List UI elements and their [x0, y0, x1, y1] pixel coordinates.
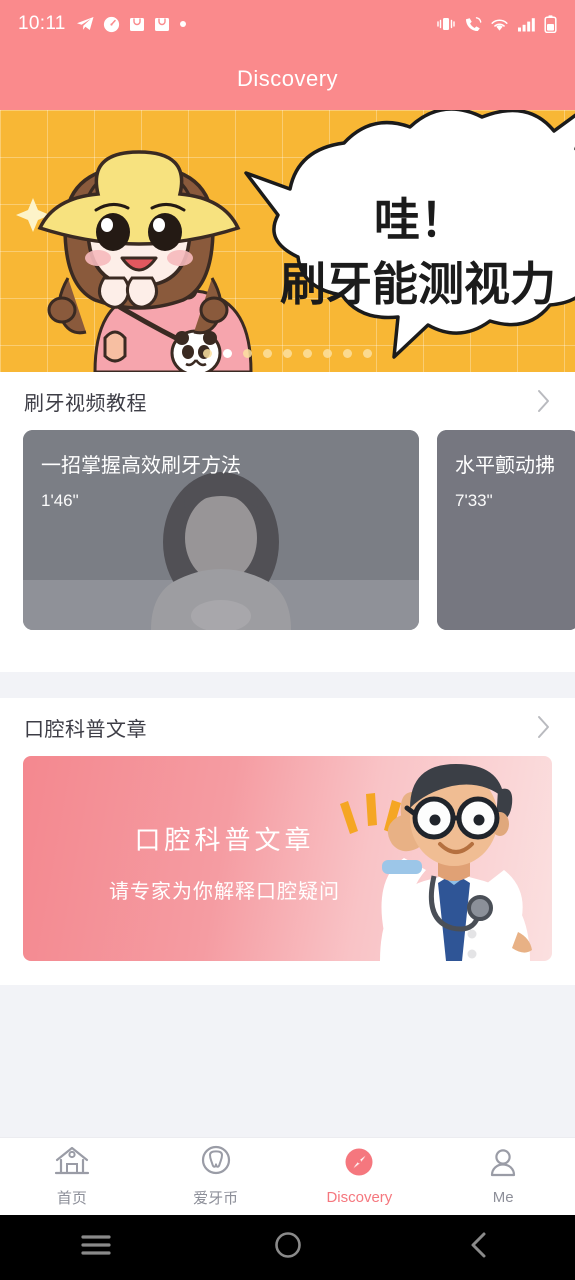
app-header: Discovery — [0, 48, 575, 110]
carousel-dot[interactable] — [303, 349, 312, 358]
compass-icon — [342, 1147, 376, 1184]
battery-icon — [544, 15, 557, 33]
clock-icon — [103, 16, 120, 33]
back-button[interactable] — [383, 1230, 575, 1265]
video-section-title: 刷牙视频教程 — [24, 392, 147, 415]
menu-icon — [79, 1232, 113, 1263]
carousel-dot[interactable] — [363, 349, 372, 358]
tab-label-coins: 爱牙币 — [193, 1190, 239, 1207]
video-section: 刷牙视频教程 一招掌握高效刷牙方法 1'46" 水平颤动拂 7'33" — [0, 372, 575, 652]
banner-illustration: 哇！ 刷牙能测视力 — [16, 110, 575, 372]
app-root: 10:11 Discovery 哇！ 刷牙能测视力 刷牙视频教程 一招掌握高效刷… — [0, 0, 575, 1280]
tab-label-discovery: Discovery — [326, 1189, 393, 1206]
doctor-illustration — [340, 764, 532, 961]
page-filler — [0, 985, 575, 1142]
video-meta: 水平颤动拂 7'33" — [455, 454, 555, 511]
video-card[interactable]: 水平颤动拂 7'33" — [437, 430, 575, 630]
tab-discovery[interactable]: Discovery — [288, 1147, 432, 1206]
chevron-left-icon — [466, 1230, 492, 1265]
video-section-header[interactable]: 刷牙视频教程 — [0, 372, 575, 430]
article-banner-wrap: 口腔科普文章 请专家为你解释口腔疑问 — [0, 756, 575, 961]
chevron-right-icon[interactable] — [537, 715, 551, 739]
vibrate-icon — [436, 16, 456, 32]
tab-label-me: Me — [492, 1189, 514, 1206]
dot-icon — [179, 20, 187, 28]
article-banner-card[interactable]: 口腔科普文章 请专家为你解释口腔疑问 — [23, 756, 552, 961]
video-title: 一招掌握高效刷牙方法 — [41, 455, 241, 477]
carousel-dot[interactable] — [283, 349, 292, 358]
wifi-icon — [490, 17, 509, 32]
chevron-right-icon[interactable] — [537, 389, 551, 413]
carousel-dot[interactable] — [203, 349, 212, 358]
status-time: 10:11 — [18, 13, 66, 34]
system-navigation-bar — [0, 1215, 575, 1280]
tab-label-home: 首页 — [56, 1190, 87, 1207]
video-title: 水平颤动拂 — [455, 455, 555, 477]
call-icon — [464, 16, 482, 33]
status-bar: 10:11 — [0, 0, 575, 48]
banner-bubble-line1: 哇！ — [374, 193, 466, 247]
article-section-title: 口腔科普文章 — [24, 718, 147, 741]
section-separator — [0, 672, 575, 698]
home-icon — [54, 1145, 90, 1182]
video-duration: 1'46" — [41, 491, 79, 510]
recents-button[interactable] — [0, 1232, 192, 1263]
status-right-icons — [436, 15, 557, 33]
tab-coins[interactable]: 爱牙币 — [144, 1145, 288, 1208]
banner-carousel[interactable]: 哇！ 刷牙能测视力 — [0, 110, 575, 372]
shopping-bag-icon — [154, 16, 170, 32]
article-section-header[interactable]: 口腔科普文章 — [0, 698, 575, 756]
video-rail[interactable]: 一招掌握高效刷牙方法 1'46" 水平颤动拂 7'33" — [0, 430, 575, 630]
carousel-dot-active[interactable] — [223, 349, 232, 358]
status-left-icons — [76, 16, 187, 33]
carousel-dots[interactable] — [0, 349, 575, 358]
article-banner-title: 口腔科普文章 — [134, 825, 315, 855]
video-duration: 7'33" — [455, 491, 493, 510]
page-title: Discovery — [236, 66, 339, 91]
article-section: 口腔科普文章 口腔科普文章 请专家为你解释口腔疑问 — [0, 698, 575, 983]
tooth-coin-icon — [199, 1145, 233, 1182]
carousel-dot[interactable] — [263, 349, 272, 358]
home-button[interactable] — [192, 1230, 384, 1265]
telegram-icon — [76, 16, 94, 32]
carousel-dot[interactable] — [343, 349, 352, 358]
circle-icon — [273, 1230, 303, 1265]
tab-me[interactable]: Me — [431, 1147, 575, 1206]
carousel-dot[interactable] — [243, 349, 252, 358]
article-banner-subtitle: 请专家为你解释口腔疑问 — [109, 881, 340, 903]
person-icon — [486, 1147, 520, 1184]
video-meta: 一招掌握高效刷牙方法 1'46" — [41, 454, 241, 511]
tab-home[interactable]: 首页 — [0, 1145, 144, 1208]
carousel-dot[interactable] — [323, 349, 332, 358]
article-banner-text: 口腔科普文章 请专家为你解释口腔疑问 — [109, 820, 340, 904]
banner-bubble-line2: 刷牙能测视力 — [280, 257, 556, 311]
shopping-bag-icon — [129, 16, 145, 32]
signal-icon — [517, 17, 536, 32]
bottom-tab-bar: 首页 爱牙币 Discovery Me — [0, 1137, 575, 1215]
video-card[interactable]: 一招掌握高效刷牙方法 1'46" — [23, 430, 419, 630]
